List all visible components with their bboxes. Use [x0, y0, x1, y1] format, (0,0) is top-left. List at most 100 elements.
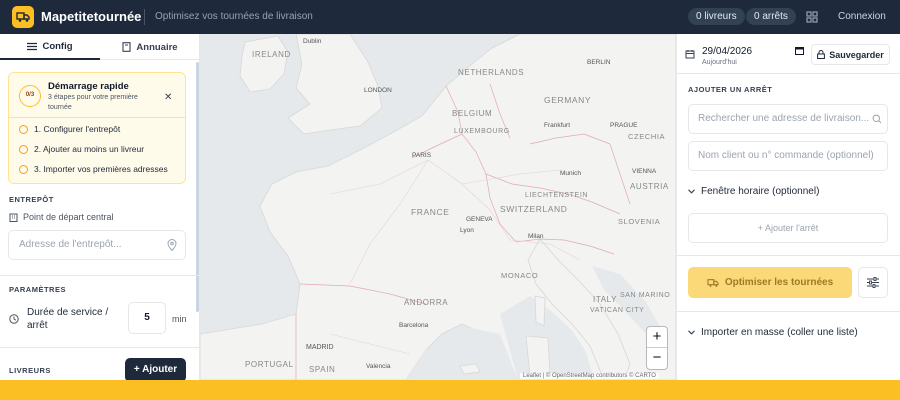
map-label: GENEVA	[466, 216, 493, 223]
service-duration-unit: min	[172, 314, 187, 324]
depot-address-input[interactable]: Adresse de l'entrepôt...	[8, 230, 186, 260]
sidebar-divider	[0, 275, 199, 276]
map-label: Milan	[528, 233, 544, 240]
save-button-label: Sauvegarder	[829, 49, 884, 60]
search-icon	[872, 114, 882, 124]
sidebar-tabs: Config Annuaire	[0, 34, 199, 60]
drivers-count-badge: 0 livreurs	[688, 8, 745, 25]
add-driver-button[interactable]: + Ajouter	[125, 358, 186, 380]
date-today-label: Aujourd'hui	[702, 59, 737, 66]
map-label: Munich	[560, 170, 581, 177]
map-label: NETHERLANDS	[458, 68, 525, 77]
map-label: LONDON	[364, 87, 392, 94]
depot-placeholder: Adresse de l'entrepôt...	[19, 239, 122, 250]
drivers-section-title: LIVREURS	[9, 366, 51, 375]
tab-directory[interactable]: Annuaire	[100, 34, 199, 60]
map-label: MONACO	[501, 271, 539, 280]
map-label: Valencia	[366, 363, 391, 370]
map-attribution[interactable]: Leaflet | © OpenStreetMap contributors ©…	[520, 373, 659, 379]
sliders-icon	[867, 277, 879, 288]
grid-icon[interactable]	[806, 11, 818, 23]
close-icon[interactable]: ✕	[164, 92, 172, 103]
service-duration-input[interactable]: 5	[128, 302, 166, 334]
bulk-import-toggle[interactable]: Importer en masse (coller une liste)	[688, 327, 858, 338]
map-label: ITALY	[593, 295, 618, 304]
brand-name[interactable]: Mapetitetournée	[41, 9, 141, 24]
map-label: VATICAN CITY	[590, 307, 645, 314]
sliders-icon	[27, 42, 38, 50]
step-circle-icon	[19, 124, 28, 134]
quick-start-step-1[interactable]: 1. Configurer l'entrepôt	[19, 124, 120, 134]
step-label: 1. Configurer l'entrepôt	[34, 124, 121, 134]
lock-icon	[817, 50, 826, 59]
map-label: SWITZERLAND	[500, 204, 568, 214]
quick-start-divider	[9, 117, 185, 118]
login-link[interactable]: Connexion	[838, 11, 886, 22]
stops-count-badge: 0 arrêts	[746, 8, 796, 25]
optimize-routes-button[interactable]: Optimiser les tournées	[688, 267, 852, 298]
depot-label-text: Point de départ central	[23, 212, 114, 222]
map-label: PRAGUE	[610, 122, 638, 129]
add-stop-section-title: AJOUTER UN ARRÊT	[688, 85, 773, 94]
map-label: BELGIUM	[452, 109, 493, 118]
zoom-in-button[interactable]: +	[647, 327, 667, 348]
time-window-toggle[interactable]: Fenêtre horaire (optionnel)	[688, 186, 819, 197]
truck-logo-icon	[12, 6, 34, 28]
chevron-down-icon	[688, 330, 695, 335]
tagline: Optimisez vos tournées de livraison	[155, 11, 313, 22]
config-sidebar: Config Annuaire 0/3 Démarrage rapide 3 é…	[0, 34, 200, 380]
step-circle-icon	[19, 164, 28, 174]
quick-start-step-2[interactable]: 2. Ajouter au moins un livreur	[19, 144, 144, 154]
map-label: IRELAND	[252, 50, 291, 59]
map-pin-icon	[167, 239, 177, 251]
progress-badge: 0/3	[19, 85, 41, 107]
date-input[interactable]: 29/04/2026	[702, 46, 752, 57]
service-duration-label: Durée de service / arrêt	[27, 307, 109, 331]
quick-start-subtitle: 3 étapes pour votre première tournée	[48, 94, 138, 111]
map-label: Dublin	[303, 38, 322, 45]
save-button[interactable]: Sauvegarder	[811, 44, 890, 65]
map-label: LIECHTENSTEIN	[525, 192, 589, 199]
quick-start-step-3[interactable]: 3. Importer vos premières adresses	[19, 164, 168, 174]
map-label: LUXEMBOURG	[454, 128, 510, 135]
map-label: VIENNA	[632, 168, 657, 175]
bulk-import-label: Importer en masse (coller une liste)	[701, 327, 858, 338]
client-name-input[interactable]: Nom client ou n° commande (optionnel)	[688, 141, 888, 171]
date-picker-icon[interactable]	[795, 46, 804, 55]
map-label: SPAIN	[309, 365, 336, 374]
map-label: FRANCE	[411, 207, 450, 217]
top-bar: Mapetitetournée Optimisez vos tournées d…	[0, 0, 900, 34]
step-label: 2. Ajouter au moins un livreur	[34, 144, 145, 154]
add-stop-button[interactable]: + Ajouter l'arrêt	[688, 213, 888, 243]
sidebar-divider	[0, 347, 199, 348]
route-settings-button[interactable]	[858, 267, 888, 298]
footer-band	[0, 380, 900, 400]
address-search-input[interactable]: Rechercher une adresse de livraison...	[688, 104, 888, 134]
zoom-out-button[interactable]: −	[647, 348, 667, 369]
tab-config[interactable]: Config	[0, 34, 100, 60]
map-label: GERMANY	[544, 95, 592, 105]
map-label: PARIS	[412, 152, 432, 159]
panel-divider	[677, 255, 900, 256]
stops-panel: 29/04/2026 Aujourd'hui Sauvegarder AJOUT…	[676, 34, 900, 380]
truck-icon	[707, 278, 719, 287]
map-label: Lyon	[460, 227, 474, 234]
tab-directory-label: Annuaire	[136, 41, 178, 53]
map-label: AUSTRIA	[630, 182, 669, 191]
map-label: SLOVENIA	[618, 217, 661, 226]
map-view[interactable]: Dublin IRELAND LONDON NETHERLANDS BERLIN GERM…	[200, 34, 676, 380]
params-section-title: PARAMÈTRES	[9, 285, 66, 294]
map-label: SAN MARINO	[620, 292, 671, 299]
book-icon	[122, 42, 131, 52]
map-label: PORTUGAL	[245, 360, 294, 369]
building-icon	[9, 213, 18, 222]
step-label: 3. Importer vos premières adresses	[34, 164, 168, 174]
chevron-down-icon	[688, 189, 695, 194]
depot-label: Point de départ central	[9, 212, 114, 222]
header-divider	[144, 9, 145, 25]
time-window-label: Fenêtre horaire (optionnel)	[701, 186, 820, 197]
date-bar: 29/04/2026 Aujourd'hui Sauvegarder	[677, 34, 900, 74]
quick-start-card: 0/3 Démarrage rapide 3 étapes pour votre…	[8, 72, 186, 184]
calendar-icon	[685, 50, 695, 59]
map-label: CZECHIA	[628, 132, 666, 141]
